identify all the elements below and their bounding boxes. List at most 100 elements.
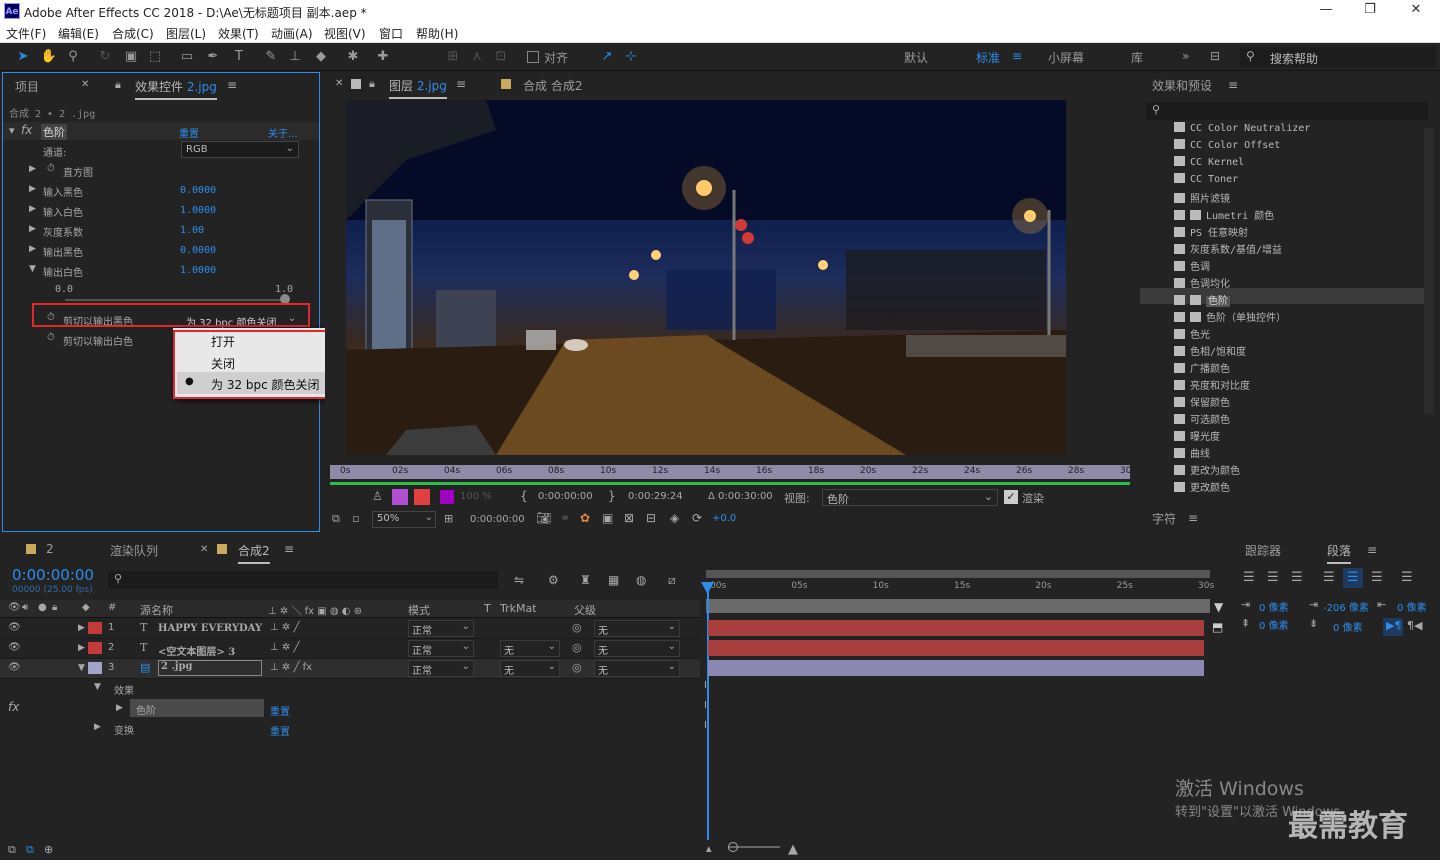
in-out-icon[interactable]: ⊕ [44, 843, 53, 856]
effect-list-item[interactable]: 亮度和对比度 [1174, 377, 1250, 392]
panel-menu-icon[interactable]: ≡ [1367, 543, 1377, 557]
close-tab-icon[interactable]: ✕ [335, 78, 343, 89]
effect-list-item[interactable]: CC Color Neutralizer [1174, 122, 1310, 134]
close-icon[interactable]: ✕ [1396, 2, 1436, 20]
transfer-controls-icon[interactable]: ⧉ [26, 843, 34, 857]
layer-mode-select[interactable]: 正常 ⌄ [408, 660, 474, 677]
puppet-tool-icon[interactable]: ✚ [374, 48, 392, 66]
expand-arrow-icon[interactable]: ▶ [29, 204, 36, 214]
label-column-icon[interactable]: ◆ [82, 602, 90, 613]
layer-mode-select[interactable]: 正常 ⌄ [408, 620, 474, 637]
fx-icon[interactable]: fx [8, 700, 19, 714]
effect-list-item[interactable]: 保留颜色 [1174, 394, 1230, 409]
onion-skin-icon[interactable] [392, 489, 408, 505]
pen-tool-icon[interactable]: ✒ [204, 48, 222, 66]
timeline-search-input[interactable]: ⚲ [108, 571, 498, 589]
layer-bar-1[interactable] [708, 620, 1204, 636]
viewer-image[interactable] [346, 100, 1066, 455]
region-of-interest-icon[interactable]: ▣ [602, 511, 613, 525]
justify-left-icon[interactable]: ☰ [1323, 570, 1335, 585]
layer-row[interactable]: 👁︎ ▶ 2 T <空文本图层> 3 ⊥ ✲ ╱ 正常 ⌄ 无 ⌄ ◎ 无 ⌄ [0, 639, 700, 659]
reset-link[interactable]: 重置 [179, 125, 199, 140]
justify-center-icon[interactable]: ☰ [1347, 570, 1359, 585]
expand-arrow-icon[interactable]: ▶ [29, 224, 36, 234]
layer-parent-select[interactable]: 无 ⌄ [594, 620, 680, 637]
magnification-icon[interactable]: ▫ [352, 512, 359, 525]
graph-editor-icon[interactable]: ⧄ [668, 573, 676, 588]
tab-timeline-comp[interactable]: 合成2 [238, 542, 270, 564]
in-time[interactable]: 0:00:00:00 [538, 491, 593, 502]
tab-project[interactable]: 项目 [15, 78, 39, 95]
panel-menu-icon[interactable]: ≡ [1228, 78, 1238, 92]
parent-header[interactable]: 父级 [574, 602, 596, 618]
align-right-icon[interactable]: ☰ [1291, 570, 1303, 585]
work-area-bar[interactable] [706, 599, 1210, 613]
layer-name[interactable]: <空文本图层> 3 [158, 643, 235, 658]
menu-effect[interactable]: 效果(T) [218, 25, 259, 42]
layer-expand-icon[interactable]: ▶ [78, 623, 85, 633]
prop-value[interactable]: 1.0000 [180, 265, 216, 276]
stopwatch-icon[interactable]: ⏱︎ [47, 163, 55, 174]
world-axis-icon[interactable]: ⋏ [468, 48, 486, 66]
timeline-zoom-bar[interactable] [706, 570, 1210, 578]
tab-paragraph[interactable]: 段落 [1327, 542, 1352, 564]
more-workspaces-icon[interactable]: » [1182, 49, 1189, 63]
ltr-text-icon[interactable]: ▶¶ [1386, 619, 1401, 632]
collapse-arrow-icon[interactable]: ▼ [94, 682, 101, 692]
effect-list-item[interactable]: 色相/饱和度 [1174, 343, 1246, 358]
color-swatch[interactable] [440, 490, 454, 504]
keyframe-marker[interactable]: I [704, 680, 707, 691]
menu-animation[interactable]: 动画(A) [271, 25, 313, 42]
tab-tracker[interactable]: 跟踪器 [1245, 542, 1281, 559]
effect-list-item[interactable]: 色调均化 [1174, 275, 1230, 290]
sync-settings-icon[interactable]: ⊟ [1210, 49, 1220, 63]
effect-list-item[interactable]: CC Color Offset [1174, 139, 1280, 151]
timeline-ruler[interactable]: 00s 05s 10s 15s 20s 25s 30s [706, 580, 1214, 596]
layer-expand-icon[interactable]: ▶ [78, 643, 85, 653]
layer-switches-icon[interactable]: ⊥ ✲ ╱ [270, 642, 299, 653]
indent-left-value[interactable]: 0 像素 [1259, 599, 1289, 614]
channel-icon[interactable]: ✿ [580, 511, 590, 525]
effect-list-item[interactable]: 色调 [1174, 258, 1210, 273]
layer-trkmat-select[interactable]: 无 ⌄ [500, 660, 560, 677]
menu-help[interactable]: 帮助(H) [416, 25, 458, 42]
lock-column-icon[interactable]: 🔒︎ [52, 602, 57, 613]
source-name-header[interactable]: 源名称 [140, 602, 173, 618]
panel-menu-icon[interactable]: ≡ [1188, 511, 1198, 525]
effect-list-item[interactable]: CC Toner [1174, 173, 1238, 185]
layer-parent-select[interactable]: 无 ⌄ [594, 660, 680, 677]
layer-name[interactable]: HAPPY EVERYDAY [158, 623, 262, 634]
layer-bar-2[interactable] [708, 640, 1204, 656]
selection-tool-icon[interactable]: ➤ [14, 48, 32, 66]
workspace-standard[interactable]: 标准 [976, 49, 1000, 66]
effect-list-item[interactable]: PS 任意映射 [1174, 224, 1248, 239]
eraser-tool-icon[interactable]: ◆ [312, 48, 330, 66]
transform-reset-link[interactable]: 重置 [270, 723, 290, 738]
indent-right-value[interactable]: 0 像素 [1397, 599, 1427, 614]
trkmat-header[interactable]: TrkMat [500, 602, 537, 615]
panel-menu-icon[interactable]: ≡ [284, 542, 294, 556]
layer-parent-select[interactable]: 无 ⌄ [594, 640, 680, 657]
expand-arrow-icon[interactable]: ▶ [29, 244, 36, 254]
help-search-input[interactable]: 搜索帮助 [1270, 50, 1318, 67]
comp-mini-flowchart-icon[interactable]: ⇋ [514, 573, 524, 587]
effect-list-item[interactable]: Lumetri 颜色 [1174, 207, 1274, 222]
indent-first-value[interactable]: -206 像素 [1323, 599, 1369, 614]
effect-list-item[interactable]: 色阶 [1174, 292, 1230, 307]
about-link[interactable]: 关于... [268, 125, 298, 140]
always-preview-icon[interactable]: ⧉ [332, 512, 340, 526]
frame-blending-icon[interactable]: ▦ [608, 573, 619, 587]
effect-list-item[interactable]: 曝光度 [1174, 428, 1220, 443]
layer-bar-3[interactable] [708, 660, 1204, 676]
zoom-select[interactable]: 50% ⌄ [372, 511, 436, 528]
slider-track[interactable] [65, 299, 287, 301]
expand-arrow-icon[interactable]: ▶ [116, 703, 123, 713]
layer-switches-icon[interactable]: ⊥ ✲ ╱ fx [270, 662, 312, 673]
prop-value[interactable]: 1.00 [180, 225, 204, 236]
solo-icon[interactable]: ● [38, 602, 47, 613]
menu-file[interactable]: 文件(F) [6, 25, 46, 42]
expand-arrow-icon[interactable]: ▶ [29, 164, 36, 174]
type-tool-icon[interactable]: T [230, 48, 248, 66]
visibility-eye-icon[interactable]: 👁︎ [8, 622, 21, 633]
tab-comp-num[interactable]: 2 [46, 542, 54, 556]
